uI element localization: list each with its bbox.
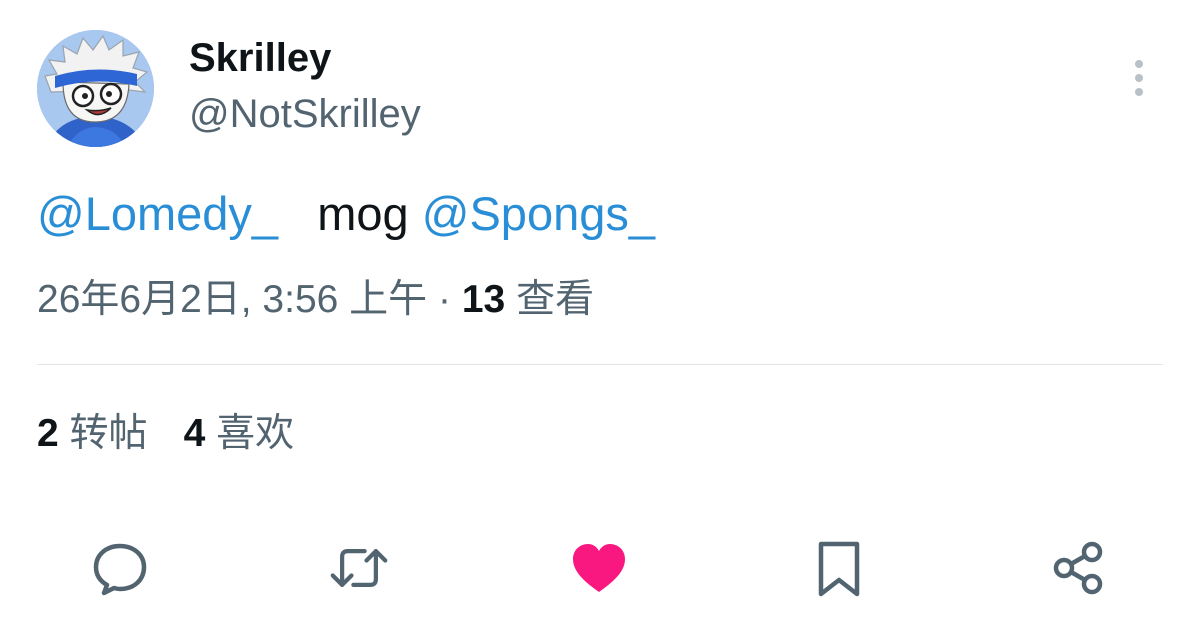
share-nodes-icon	[1053, 541, 1103, 595]
bookmark-icon	[818, 541, 860, 597]
tweet-text: @Lomedy_ mog @Spongs_	[37, 186, 655, 242]
heart-icon	[573, 544, 625, 592]
avatar-image	[37, 30, 154, 147]
views-label: 查看	[516, 278, 595, 321]
tweet-word: mog	[317, 187, 409, 240]
meta-separator: ·	[438, 278, 452, 321]
vertical-dots-icon	[1135, 60, 1143, 96]
retweets-count: 2	[37, 412, 59, 455]
author-handle[interactable]: @NotSkrilley	[189, 90, 421, 138]
retweets-label: 转帖	[69, 412, 148, 455]
bookmark-button[interactable]	[809, 538, 869, 598]
mention-link[interactable]: @Spongs_	[422, 187, 655, 240]
likes-stat[interactable]: 4 喜欢	[184, 412, 295, 455]
share-button[interactable]	[1048, 538, 1108, 598]
retweet-button[interactable]	[329, 538, 389, 598]
retweets-stat[interactable]: 2 转帖	[37, 412, 148, 455]
retweet-arrows-icon	[330, 549, 388, 587]
tweet-detail: Skrilley @NotSkrilley @Lomedy_ mog @Spon…	[0, 0, 1199, 639]
reply-button[interactable]	[90, 538, 150, 598]
tweet-meta: 26年6月2日, 3:56 上午 · 13 查看	[37, 276, 594, 324]
avatar[interactable]	[37, 30, 154, 147]
mention-link[interactable]: @Lomedy_	[37, 187, 278, 240]
views-count: 13	[461, 278, 506, 321]
engagement-stats: 2 转帖 4 喜欢	[37, 410, 294, 458]
like-button[interactable]	[569, 538, 629, 598]
more-options-button[interactable]	[1122, 56, 1156, 100]
divider	[37, 364, 1163, 365]
speech-bubble-icon	[93, 543, 147, 596]
likes-count: 4	[183, 412, 206, 455]
likes-label: 喜欢	[216, 412, 295, 455]
timestamp[interactable]: 26年6月2日, 3:56 上午	[37, 278, 427, 321]
author-display-name[interactable]: Skrilley	[189, 34, 331, 82]
